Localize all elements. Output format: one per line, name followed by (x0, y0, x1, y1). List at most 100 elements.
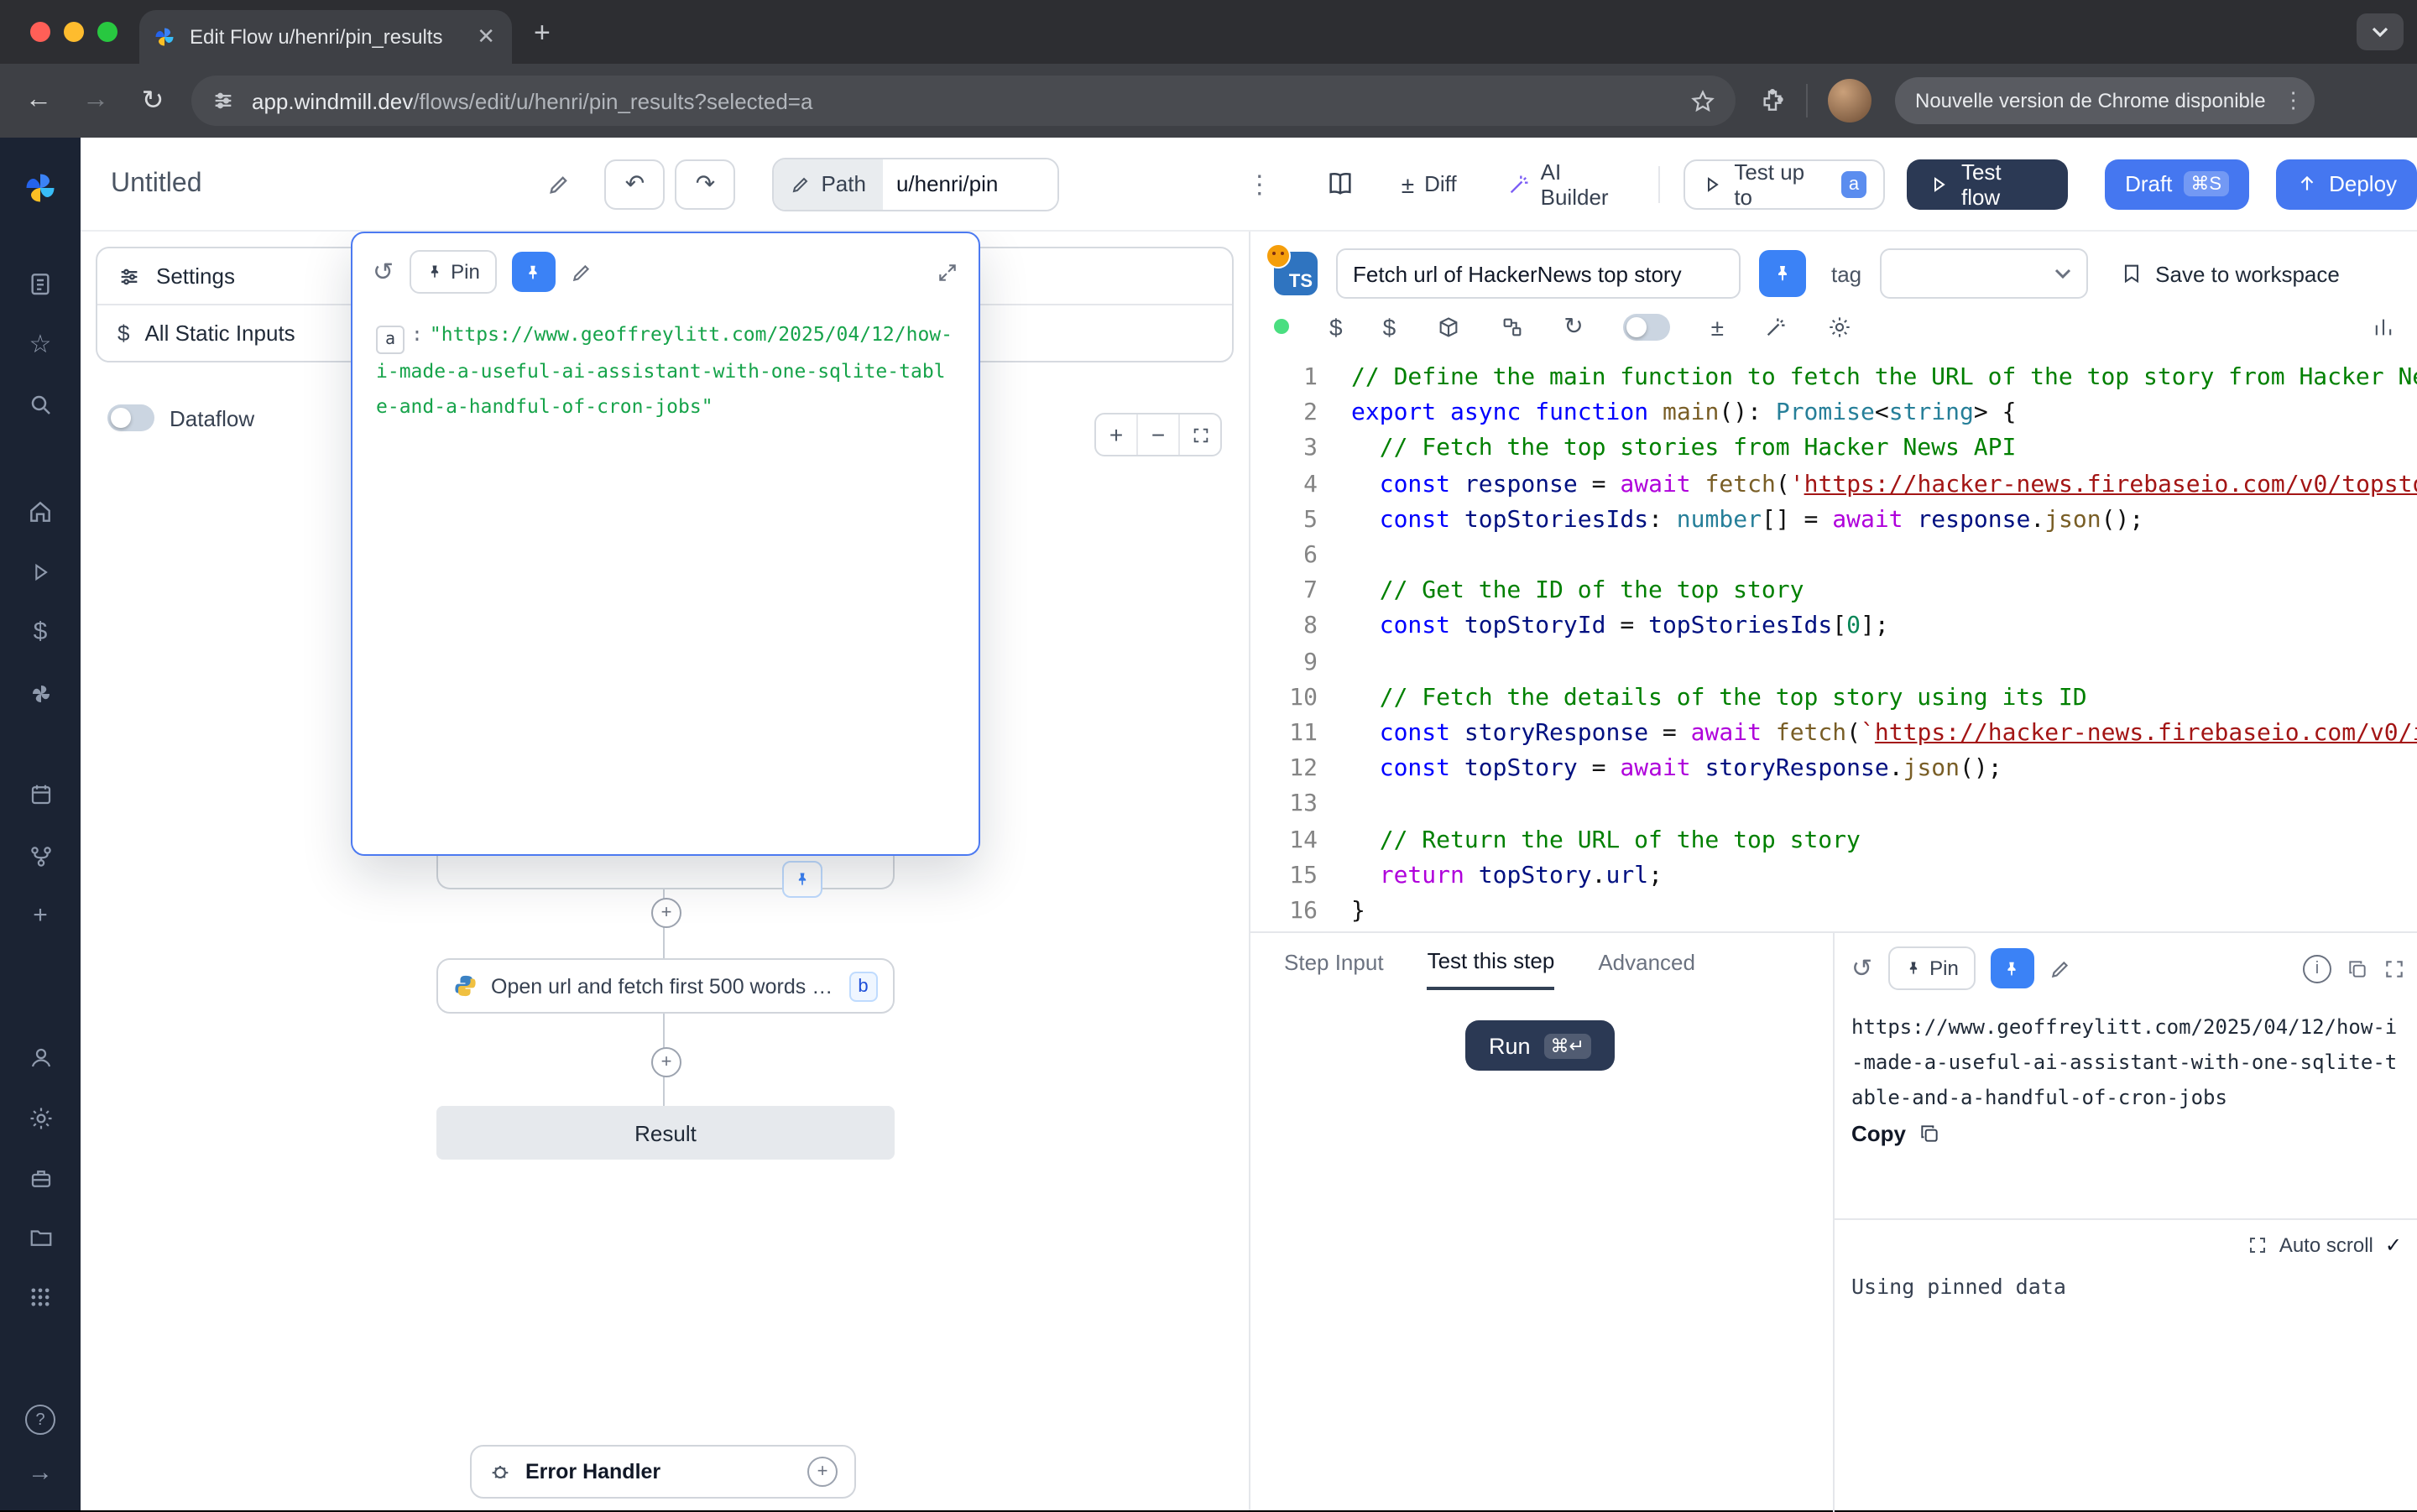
dataflow-toggle[interactable] (107, 404, 154, 431)
workers-toolbox-icon[interactable] (0, 1161, 81, 1195)
search-icon[interactable] (0, 388, 81, 421)
code-editor[interactable]: 12345678910111213141516 // Define the ma… (1250, 361, 2417, 931)
copy-label: Copy (1851, 1121, 1906, 1146)
variables-icon[interactable]: $ (0, 614, 81, 648)
package-icon[interactable] (1436, 315, 1459, 338)
ai-builder-button[interactable]: AI Builder (1507, 159, 1636, 209)
maximize-window-button[interactable] (97, 22, 117, 42)
reload-button[interactable]: ↻ (124, 84, 181, 117)
editor-mode-toggle[interactable] (1624, 313, 1671, 340)
forward-button[interactable]: → (67, 86, 124, 116)
ai-assistant-wand-icon[interactable] (1764, 315, 1788, 338)
diff-icon[interactable]: ± (1711, 313, 1724, 340)
diff-label: Diff (1424, 171, 1457, 196)
tab-test-this-step[interactable]: Test this step (1428, 933, 1555, 990)
step-summary-input[interactable] (1336, 248, 1741, 299)
profile-avatar[interactable] (1828, 79, 1871, 123)
path-control[interactable]: Path (772, 157, 1058, 211)
add-icon[interactable]: + (0, 898, 81, 931)
user-icon[interactable] (0, 1040, 81, 1074)
draft-button[interactable]: Draft ⌘S (2105, 159, 2248, 209)
step-a-pin-indicator[interactable] (782, 861, 822, 898)
more-options-icon[interactable]: ⋮ (1247, 169, 1272, 199)
runs-icon[interactable] (0, 267, 81, 300)
copy-result-icon[interactable] (2347, 957, 2368, 979)
add-variable-icon[interactable]: $ (1329, 313, 1343, 340)
run-button[interactable]: Run ⌘↵ (1465, 1020, 1615, 1071)
deploy-button[interactable]: Deploy (2275, 159, 2417, 209)
tab-advanced[interactable]: Advanced (1598, 933, 1695, 990)
zoom-fit-button[interactable] (1178, 414, 1220, 455)
home-icon[interactable] (0, 495, 81, 529)
settings-gear-icon[interactable] (0, 1101, 81, 1134)
docs-book-icon[interactable] (1326, 169, 1355, 198)
diff-button[interactable]: ± Diff (1402, 170, 1457, 197)
history-icon[interactable]: ↺ (373, 257, 394, 287)
edit-pin-pencil-icon[interactable] (2049, 957, 2071, 979)
insert-step-button[interactable]: + (651, 898, 681, 928)
expand-sidebar-icon[interactable]: → (0, 1455, 81, 1489)
result-value[interactable]: https://www.geoffreylitt.com/2025/04/12/… (1851, 1010, 2409, 1116)
test-flow-button[interactable]: Test flow (1908, 159, 2068, 209)
folders-icon[interactable] (0, 1220, 81, 1254)
history-icon[interactable]: ↺ (1851, 953, 1872, 983)
url-bar[interactable]: app.windmill.dev/flows/edit/u/henri/pin_… (191, 76, 1736, 126)
schedules-calendar-icon[interactable] (0, 777, 81, 811)
editor-settings-gear-icon[interactable] (1828, 315, 1851, 338)
chrome-update-chip[interactable]: Nouvelle version de Chrome disponible ⋮ (1895, 77, 2315, 124)
error-handler-node[interactable]: Error Handler + (470, 1445, 856, 1499)
apps-grid-icon[interactable] (0, 1280, 81, 1314)
extensions-icon[interactable] (1759, 87, 1786, 114)
site-info-icon[interactable] (211, 89, 235, 112)
favorites-star-icon[interactable]: ☆ (0, 327, 81, 361)
browser-tab[interactable]: Edit Flow u/henri/pin_results ✕ (139, 10, 512, 64)
new-tab-button[interactable]: + (534, 17, 551, 50)
pin-button[interactable]: Pin (1887, 946, 1976, 990)
add-resource-icon[interactable]: $ (1383, 313, 1396, 340)
resources-icon[interactable] (0, 676, 81, 710)
step-b-node[interactable]: Open url and fetch first 500 words of ..… (436, 958, 895, 1014)
minimize-window-button[interactable] (64, 22, 84, 42)
pin-active-button[interactable] (1759, 250, 1806, 297)
tag-select[interactable] (1880, 248, 2088, 299)
pin-active-button[interactable] (512, 252, 556, 292)
edit-title-pencil-icon[interactable] (548, 172, 572, 196)
help-icon[interactable]: ? (0, 1403, 81, 1436)
expand-result-icon[interactable] (2383, 957, 2405, 979)
library-panel-icon[interactable] (2372, 315, 2395, 338)
code-content[interactable]: // Define the main function to fetch the… (1338, 361, 2417, 931)
flows-branch-icon[interactable] (0, 839, 81, 873)
save-to-workspace-button[interactable]: Save to workspace (2120, 261, 2340, 286)
copy-button[interactable]: Copy (1851, 1121, 1939, 1146)
back-button[interactable]: ← (10, 86, 67, 116)
edit-pin-pencil-icon[interactable] (571, 261, 593, 283)
tab-close-icon[interactable]: ✕ (473, 23, 499, 50)
chrome-menu-icon[interactable]: ⋮ (2283, 87, 2305, 114)
undo-button[interactable]: ↶ (605, 159, 666, 209)
expand-popup-icon[interactable] (937, 261, 958, 283)
redo-button[interactable]: ↷ (675, 159, 735, 209)
reset-icon[interactable]: ↻ (1563, 312, 1583, 341)
auto-scroll-control[interactable]: Auto scroll ✓ (2247, 1233, 2402, 1257)
test-up-to-button[interactable]: Test up to a (1684, 159, 1886, 209)
bookmark-star-icon[interactable] (1690, 88, 1715, 113)
insert-step-button[interactable]: + (651, 1047, 681, 1077)
info-icon[interactable]: i (2303, 954, 2331, 983)
path-segment[interactable]: Path (774, 159, 883, 209)
add-error-handler-button[interactable]: + (807, 1457, 838, 1487)
pin-icon (525, 263, 543, 281)
zoom-in-button[interactable]: + (1096, 414, 1136, 455)
pin-active-button[interactable] (1991, 948, 2034, 988)
result-node[interactable]: Result (436, 1106, 895, 1160)
dependencies-icon[interactable] (1500, 315, 1523, 338)
chevron-down-icon (2054, 269, 2071, 279)
runs-play-icon[interactable] (0, 555, 81, 589)
pin-button[interactable]: Pin (409, 250, 497, 294)
tab-search-button[interactable] (2357, 13, 2404, 50)
windmill-logo[interactable] (0, 171, 81, 205)
pin-data-popup: ↺ Pin a:"https://www.geoffreylitt.com/20… (351, 232, 980, 856)
tab-step-input[interactable]: Step Input (1284, 933, 1384, 990)
path-input[interactable] (883, 159, 1057, 209)
close-window-button[interactable] (30, 22, 50, 42)
zoom-out-button[interactable]: − (1136, 414, 1178, 455)
